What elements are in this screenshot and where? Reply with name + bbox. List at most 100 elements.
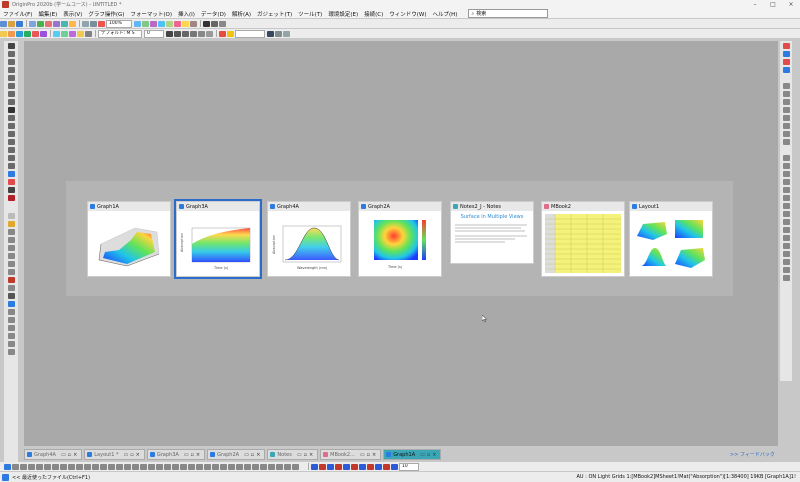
column-icon[interactable]: [7, 253, 15, 259]
tab-layout1[interactable]: Layout1 * ▭▫×: [84, 449, 145, 460]
new-matrix-icon[interactable]: [45, 20, 52, 27]
tool-35-icon[interactable]: [276, 463, 283, 470]
tab-window-controls[interactable]: ▭▫×: [61, 452, 79, 458]
font-size-combo[interactable]: 0: [144, 29, 164, 38]
tool-18-icon[interactable]: [140, 463, 147, 470]
align-right-icon[interactable]: [782, 99, 790, 105]
menu-insert[interactable]: 挿入(I): [175, 10, 198, 18]
superscript-icon[interactable]: [190, 30, 197, 37]
tool-6-icon[interactable]: [44, 463, 51, 470]
tab-graph3a[interactable]: Graph3A ▭▫×: [146, 449, 206, 460]
menu-preferences[interactable]: 環境設定(E): [325, 10, 361, 18]
align-left-icon[interactable]: [782, 83, 790, 89]
menu-data[interactable]: データ(D): [198, 10, 229, 18]
font-combo[interactable]: デフォルト: M S: [98, 29, 142, 38]
snap-icon[interactable]: [782, 267, 790, 273]
ungroup-icon[interactable]: [782, 139, 790, 145]
window-card-mbook2[interactable]: MBook2: [541, 201, 625, 277]
feedback-link[interactable]: >> フィードバック: [730, 451, 775, 458]
zoom-out-icon[interactable]: [142, 20, 149, 27]
tool-36-icon[interactable]: [284, 463, 291, 470]
forward-icon[interactable]: [782, 171, 790, 177]
pointer-icon[interactable]: [7, 43, 15, 49]
tool-9-icon[interactable]: [68, 463, 75, 470]
box-chart-icon[interactable]: [7, 317, 15, 323]
arrow-right-icon[interactable]: [8, 30, 15, 37]
menu-connectivity[interactable]: 接続(C): [361, 10, 386, 18]
ternary-icon[interactable]: [7, 333, 15, 339]
tab-mbook2[interactable]: MBook2... ▭▫×: [320, 449, 382, 460]
align-middle-icon[interactable]: [782, 115, 790, 121]
tab-window-controls[interactable]: ▭▫×: [124, 452, 142, 458]
menu-graph[interactable]: グラフ操作(G): [85, 10, 127, 18]
pie-icon[interactable]: [7, 261, 15, 267]
record-icon[interactable]: [7, 195, 15, 201]
window-card-graph3a[interactable]: Graph3A Absorption Time (s): [174, 199, 262, 279]
tool-37-icon[interactable]: [292, 463, 299, 470]
refresh-icon[interactable]: [90, 20, 97, 27]
align-center-icon[interactable]: [782, 91, 790, 97]
color-11-icon[interactable]: [391, 463, 398, 470]
recent-files-icon[interactable]: [2, 473, 9, 481]
greek-icon[interactable]: [206, 30, 213, 37]
bold-icon[interactable]: [166, 30, 173, 37]
print-icon[interactable]: [98, 20, 105, 27]
scatter-icon[interactable]: [7, 237, 15, 243]
mask-icon[interactable]: [7, 171, 15, 177]
line-symbol-icon[interactable]: [7, 245, 15, 251]
tool-17-icon[interactable]: [132, 463, 139, 470]
results-log-icon[interactable]: [166, 20, 173, 27]
menu-gadgets[interactable]: ガジェット(T): [254, 10, 295, 18]
rotate-left-icon[interactable]: [782, 219, 790, 225]
tab-graph2a[interactable]: Graph2A ▭▫×: [207, 449, 266, 460]
arrow-left-icon[interactable]: [0, 30, 7, 37]
tool-30-icon[interactable]: [236, 463, 243, 470]
new-project-icon[interactable]: [0, 20, 7, 27]
color-3-icon[interactable]: [327, 463, 334, 470]
tool-23-icon[interactable]: [180, 463, 187, 470]
line-tool-icon[interactable]: [7, 139, 15, 145]
tool-19-icon[interactable]: [148, 463, 155, 470]
vector-icon[interactable]: [7, 309, 15, 315]
ellipse-icon[interactable]: [7, 155, 15, 161]
tool-28-icon[interactable]: [220, 463, 227, 470]
menu-view[interactable]: 表示(V): [60, 10, 85, 18]
line-chart-icon[interactable]: [7, 229, 15, 235]
object-manager-icon[interactable]: [190, 20, 197, 27]
timestamp-icon[interactable]: [85, 30, 92, 37]
tool-25-icon[interactable]: [196, 463, 203, 470]
zoom-pan-icon[interactable]: [7, 59, 15, 65]
window-card-graph2a[interactable]: Graph2A Time (s): [358, 201, 442, 277]
tab-window-controls[interactable]: ▭▫×: [244, 452, 262, 458]
backward-icon[interactable]: [782, 179, 790, 185]
new-sheet-icon[interactable]: [782, 43, 790, 49]
tool-31-icon[interactable]: [244, 463, 251, 470]
new-layout-icon[interactable]: [61, 20, 68, 27]
tool-22-icon[interactable]: [172, 463, 179, 470]
status-hint[interactable]: << 最近使ったファイル(Ctrl+F1): [12, 474, 577, 481]
size-combo[interactable]: 10: [399, 462, 419, 471]
plot-type-icon[interactable]: [7, 213, 15, 219]
screen-reader-icon[interactable]: [7, 187, 15, 193]
polygon-icon[interactable]: [7, 163, 15, 169]
underline-icon[interactable]: [182, 30, 189, 37]
front-icon[interactable]: [782, 155, 790, 161]
save-icon[interactable]: [16, 20, 23, 27]
lock-icon[interactable]: [782, 251, 790, 257]
menu-analysis[interactable]: 解析(A): [229, 10, 254, 18]
color-2-icon[interactable]: [319, 463, 326, 470]
line-style-combo[interactable]: [235, 29, 265, 38]
zoom-tool-icon[interactable]: [7, 51, 15, 57]
data-selector-icon[interactable]: [24, 30, 31, 37]
color-6-icon[interactable]: [351, 463, 358, 470]
grid-snap-icon[interactable]: [782, 275, 790, 281]
tool-12-icon[interactable]: [92, 463, 99, 470]
window-card-graph1a[interactable]: Graph1A: [87, 201, 171, 277]
color-9-icon[interactable]: [375, 463, 382, 470]
open-icon[interactable]: [8, 20, 15, 27]
merge-icon[interactable]: [61, 30, 68, 37]
tab-graph1a[interactable]: Graph1A ▭▫×: [383, 449, 442, 460]
tool-24-icon[interactable]: [188, 463, 195, 470]
distribute-h-icon[interactable]: [782, 203, 790, 209]
curved-arrow-icon[interactable]: [7, 131, 15, 137]
